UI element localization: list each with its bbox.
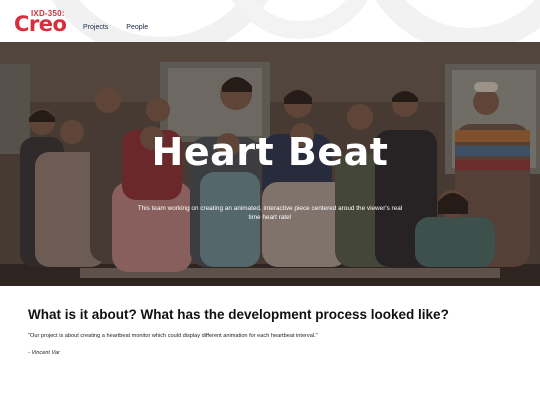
hero-banner: Heart Beat This team working on creating… [0,42,540,286]
main-nav: Projects People [83,24,148,31]
nav-link-projects[interactable]: Projects [83,24,108,31]
site-header: IXD-350: Creo Projects People [0,0,540,42]
site-logo[interactable]: IXD-350: Creo [14,9,68,36]
nav-link-people[interactable]: People [126,24,148,31]
project-description: This team working on creating an animate… [137,205,403,221]
quote-attribution: - Vincent Var [28,350,61,356]
project-quote: "Our project is about creating a heartbe… [28,333,318,339]
header-background-swirls [51,0,540,42]
project-title: Heart Beat [151,130,389,174]
logo-wordmark: Creo [14,12,67,36]
section-heading: What is it about? What has the developme… [28,307,449,322]
project-content: What is it about? What has the developme… [28,306,518,357]
